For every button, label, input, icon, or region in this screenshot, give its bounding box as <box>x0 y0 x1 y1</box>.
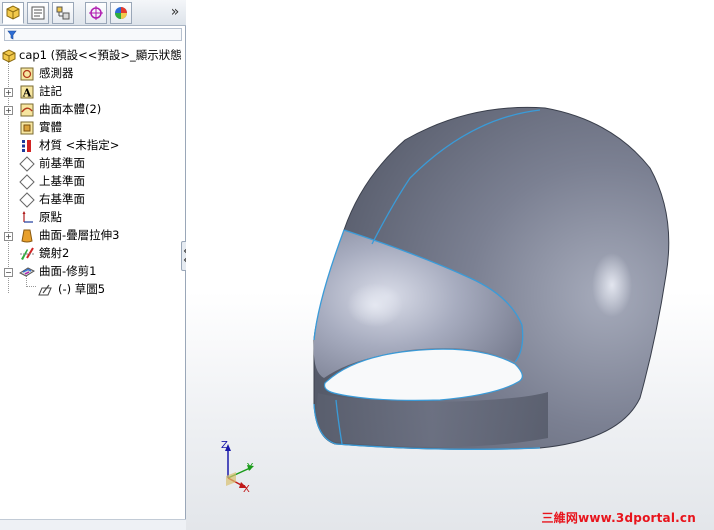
configuration-manager-icon <box>56 6 70 20</box>
tree-item-material[interactable]: 材質 <未指定> <box>0 137 186 154</box>
tree-item-annotations[interactable]: + A 註記 <box>0 83 186 100</box>
mirror-icon <box>20 247 34 260</box>
feature-manager-icon <box>6 5 20 20</box>
svg-text:A: A <box>22 87 32 100</box>
loft-surface-icon <box>21 229 33 243</box>
tab-display-manager[interactable] <box>110 2 132 24</box>
tree-item-trim-surface[interactable]: − 曲面-修剪1 <box>0 263 186 280</box>
display-manager-icon <box>115 7 127 19</box>
tree-item-loft-surface[interactable]: + 曲面-疊層拉伸3 <box>0 227 186 244</box>
manager-tab-bar: » <box>0 0 186 26</box>
tree-item-sketch[interactable]: (-) 草圖5 <box>0 281 186 298</box>
tree-item-top-plane[interactable]: 上基準面 <box>0 173 186 190</box>
graphics-area[interactable]: Z Y X 三維网www.3dportal.cn <box>186 0 714 530</box>
sensor-icon <box>20 67 34 81</box>
triad-y-label: Y <box>246 462 254 473</box>
tree-root-item[interactable]: cap1 (預設<<預設>_顯示狀態 <box>0 47 186 64</box>
part-icon <box>2 49 16 63</box>
highlight-right <box>592 253 632 317</box>
expand-toggle[interactable]: + <box>4 106 13 115</box>
feature-manager-panel: » cap1 (預設<<預設>_顯示狀態 感測器 + A 註記 + 曲面本體(2… <box>0 0 186 530</box>
collapse-toggle[interactable]: − <box>4 268 13 277</box>
view-triad[interactable]: Z Y X <box>221 440 254 495</box>
annotation-icon: A <box>20 85 34 100</box>
tab-configuration-manager[interactable] <box>52 2 74 24</box>
feature-tree: cap1 (預設<<預設>_顯示狀態 感測器 + A 註記 + 曲面本體(2) … <box>0 46 186 306</box>
filter-row <box>0 27 186 43</box>
horizontal-scrollbar[interactable] <box>0 519 186 530</box>
tree-item-surface-bodies[interactable]: + 曲面本體(2) <box>0 101 186 118</box>
tree-item-right-plane[interactable]: 右基準面 <box>0 191 186 208</box>
dimxpert-icon <box>89 6 103 20</box>
tree-root-label: cap1 (預設<<預設>_顯示狀態 <box>19 48 182 62</box>
tab-dimxpert-manager[interactable] <box>85 2 107 24</box>
expand-toggle[interactable]: + <box>4 232 13 241</box>
triad-z-label: Z <box>221 440 228 451</box>
tree-item-mirror[interactable]: 鏡射2 <box>0 245 186 262</box>
origin-icon <box>22 211 33 223</box>
more-tabs-button[interactable]: » <box>168 4 182 20</box>
plane-icon <box>19 192 35 208</box>
plane-icon <box>19 174 35 190</box>
watermark-text: 三維网www.3dportal.cn <box>541 511 696 525</box>
highlight-left <box>347 283 403 327</box>
tree-item-sensors[interactable]: 感測器 <box>0 65 186 82</box>
tab-feature-manager[interactable] <box>2 2 24 24</box>
tree-item-origin[interactable]: 原點 <box>0 209 186 226</box>
plane-icon <box>19 156 35 172</box>
tree-item-front-plane[interactable]: 前基準面 <box>0 155 186 172</box>
trim-surface-icon <box>19 267 35 277</box>
expand-toggle[interactable]: + <box>4 88 13 97</box>
solid-bodies-icon <box>20 121 34 135</box>
property-manager-icon <box>31 6 45 20</box>
triad-x-label: X <box>243 484 250 495</box>
filter-icon <box>7 30 17 40</box>
sketch-icon <box>38 284 52 296</box>
tree-item-solid-bodies[interactable]: 實體 <box>0 119 186 136</box>
material-icon <box>22 140 31 152</box>
tree-filter-input[interactable] <box>4 28 182 41</box>
helmet-model[interactable]: Z Y X <box>186 0 714 530</box>
surface-bodies-icon <box>20 103 34 117</box>
tab-property-manager[interactable] <box>27 2 49 24</box>
